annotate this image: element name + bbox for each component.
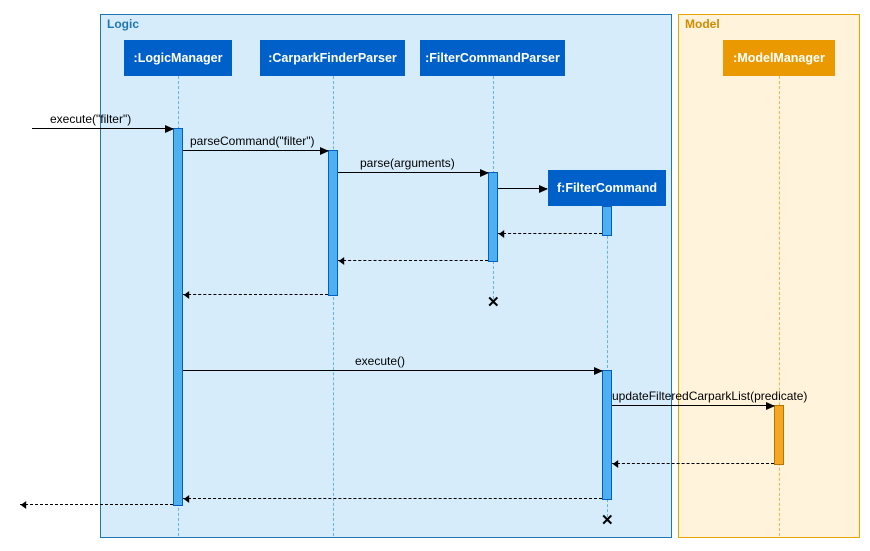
msg-parse-args (338, 172, 488, 173)
ret-fc-to-fcp (498, 233, 602, 234)
msg-update-filtered-label: updateFilteredCarparkList(predicate) (612, 389, 807, 403)
logic-manager-activation (173, 128, 183, 506)
filter-command-destroy: ✕ (601, 516, 613, 528)
filter-command-parser-activation (488, 172, 498, 262)
logic-frame-label: Logic (107, 17, 139, 31)
ret-fcp-to-cfp (338, 260, 488, 261)
carpark-finder-parser-activation (328, 150, 338, 296)
model-frame: Model (678, 14, 860, 538)
msg-execute-fc (183, 370, 602, 371)
logic-manager-object: :LogicManager (124, 40, 232, 76)
carpark-finder-parser-object: :CarparkFinderParser (260, 40, 405, 76)
ret-lm-to-caller (20, 504, 173, 505)
ret-fc-to-lm (183, 498, 602, 499)
msg-execute-filter (32, 128, 173, 129)
msg-parse-command (183, 150, 328, 151)
filter-command-activation-2 (602, 370, 612, 500)
model-manager-activation (774, 405, 784, 465)
model-manager-lifeline (779, 76, 780, 536)
msg-parse-command-label: parseCommand("filter") (190, 134, 315, 148)
msg-parse-args-label: parse(arguments) (360, 156, 455, 170)
ret-mm-to-fc (612, 463, 774, 464)
ret-cfp-to-lm (183, 294, 328, 295)
model-frame-label: Model (685, 17, 720, 31)
msg-update-filtered (612, 405, 774, 406)
logic-frame: Logic (100, 14, 672, 538)
msg-execute-fc-label: execute() (355, 354, 405, 368)
carpark-finder-parser-lifeline (333, 76, 334, 536)
filter-command-object: f:FilterCommand (548, 170, 666, 206)
filter-command-parser-object: :FilterCommandParser (420, 40, 565, 76)
filter-command-activation-1 (602, 206, 612, 236)
msg-create-filter-command (498, 188, 547, 189)
filter-command-parser-destroy: ✕ (487, 298, 499, 310)
model-manager-object: :ModelManager (723, 40, 835, 76)
msg-execute-filter-label: execute("filter") (50, 112, 131, 126)
